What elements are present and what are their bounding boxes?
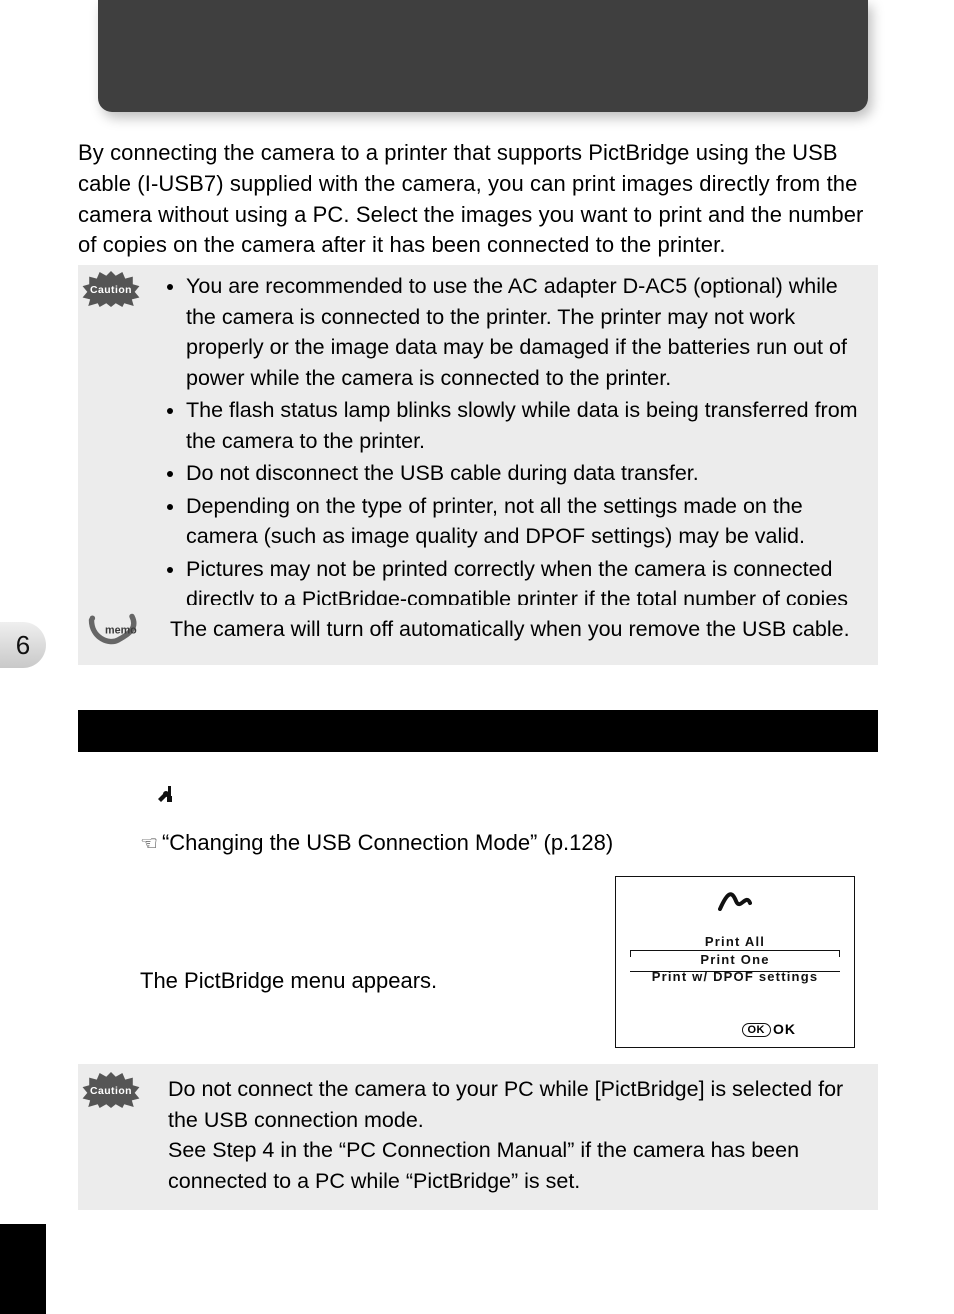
- memo-box: memo The camera will turn off automatica…: [78, 605, 878, 665]
- manual-page: By connecting the camera to a printer th…: [0, 0, 954, 1314]
- caution-box-1: Caution You are recommended to use the A…: [78, 265, 878, 657]
- lcd-menu-item: Print All: [616, 933, 854, 951]
- memo-badge-label: memo: [105, 625, 137, 637]
- caution-icon: Caution: [82, 271, 140, 307]
- lcd-ok-hint: OKOK: [742, 1021, 797, 1037]
- memo-text: The camera will turn off automatically w…: [170, 617, 850, 641]
- caution-badge-label: Caution: [90, 1086, 132, 1097]
- lcd-preview: Print All Print One Print w/ DPOF settin…: [615, 876, 855, 1048]
- cross-reference-text: “Changing the USB Connection Mode” (p.12…: [162, 830, 613, 855]
- caution-2-text: Do not connect the camera to your PC whi…: [168, 1077, 843, 1193]
- lcd-menu-item-selected: Print One: [616, 951, 854, 969]
- caution-item: You are recommended to use the AC adapte…: [186, 271, 868, 393]
- chapter-tab: 6: [0, 622, 46, 668]
- page-edge-marker: [0, 1224, 46, 1314]
- intro-paragraph: By connecting the camera to a printer th…: [78, 138, 868, 261]
- memo-icon: memo: [86, 611, 142, 647]
- result-text: The PictBridge menu appears.: [140, 968, 437, 994]
- caution-item: The flash status lamp blinks slowly whil…: [186, 395, 868, 456]
- caution-icon: Caution: [82, 1072, 140, 1108]
- cross-reference: ☞“Changing the USB Connection Mode” (p.1…: [140, 830, 613, 856]
- lcd-menu: Print All Print One Print w/ DPOF settin…: [616, 933, 854, 986]
- section-header-bar: [98, 0, 868, 112]
- caution-item: Depending on the type of printer, not al…: [186, 491, 868, 552]
- caution-badge-label: Caution: [90, 285, 132, 296]
- setup-icon: [155, 784, 175, 810]
- pointing-hand-icon: ☞: [140, 831, 158, 856]
- subsection-header-bar: [78, 710, 878, 752]
- lcd-menu-item: Print w/ DPOF settings: [616, 968, 854, 986]
- ok-label: OK: [773, 1021, 796, 1037]
- pictbridge-icon: [616, 889, 854, 916]
- caution-list-1: You are recommended to use the AC adapte…: [168, 271, 868, 645]
- caution-item: Do not disconnect the USB cable during d…: [186, 458, 868, 489]
- caution-box-2: Caution Do not connect the camera to you…: [78, 1064, 878, 1210]
- ok-button-pill: OK: [742, 1023, 772, 1037]
